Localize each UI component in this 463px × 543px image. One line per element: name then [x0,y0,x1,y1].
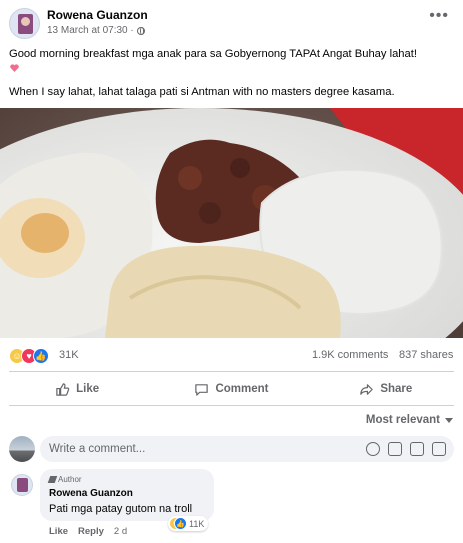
divider [9,405,454,406]
reaction-count[interactable]: 31K [59,349,79,361]
post-header: Rowena Guanzon 13 March at 07:30 · ••• [0,0,463,42]
breakfast-plate-image [0,108,463,338]
comment-time[interactable]: 2 d [114,526,127,537]
comments-count[interactable]: 1.9K comments [312,349,388,361]
gif-icon[interactable] [410,442,424,456]
author-name[interactable]: Rowena Guanzon [47,8,148,22]
share-button[interactable]: Share [309,376,463,402]
like-button[interactable]: Like [0,376,154,402]
post-photo[interactable] [0,108,463,338]
emoji-icon[interactable] [366,442,380,456]
like-icon: 👍 [33,348,49,364]
comment-bubble: Author Rowena Guanzon Pati mga patay gut… [40,469,214,521]
comment-label: Comment [215,383,269,395]
globe-icon [136,26,145,35]
sticker-icon[interactable] [432,442,446,456]
camera-icon[interactable] [388,442,402,456]
sort-dropdown[interactable]: Most relevant [366,414,453,426]
comment-reaction-count: 11K [189,518,205,529]
comment-reactions[interactable]: ☺ 👍 11K [168,516,209,531]
reaction-icons[interactable]: ☺ ♥ 👍 [9,348,49,364]
comment-placeholder: Write a comment... [49,443,146,455]
commenter-avatar[interactable] [11,474,33,496]
post-meta: 13 March at 07:30 · [47,25,145,36]
comment-button[interactable]: Comment [154,376,308,402]
current-user-avatar[interactable] [9,436,35,462]
pen-icon [47,476,58,483]
comment-author[interactable]: Rowena Guanzon [49,488,133,499]
caret-down-icon [445,417,453,423]
author-avatar[interactable] [9,8,40,39]
shares-count[interactable]: 837 shares [399,349,453,361]
thumbs-up-icon [56,382,70,396]
heart-emoji-icon [10,64,19,72]
author-badge-label: Author [58,475,82,484]
sort-label: Most relevant [365,414,440,426]
input-tools [366,442,446,456]
divider [9,371,454,372]
post-actions: Like Comment Share [0,376,463,402]
reactions-bar: ☺ ♥ 👍 31K 1.9K comments 837 shares [0,346,463,366]
post-text-line1: Good morning breakfast mga anak para sa … [9,48,417,60]
comment-text: Pati mga patay gutom na troll [49,503,193,515]
author-badge: Author [47,475,82,484]
comment-actions: Like Reply 2 d [49,526,127,537]
more-options-icon[interactable]: ••• [429,8,449,24]
share-icon [360,383,374,395]
like-label: Like [76,383,100,395]
comment-reply-button[interactable]: Reply [78,526,104,537]
share-label: Share [380,383,413,395]
like-icon: 👍 [174,517,187,530]
comment-input[interactable]: Write a comment... [40,436,454,462]
post-text-line2: When I say lahat, lahat talaga pati si A… [9,86,395,98]
comment-like-button[interactable]: Like [49,526,68,537]
comment-icon [195,383,209,396]
post-timestamp[interactable]: 13 March at 07:30 · [47,25,134,36]
